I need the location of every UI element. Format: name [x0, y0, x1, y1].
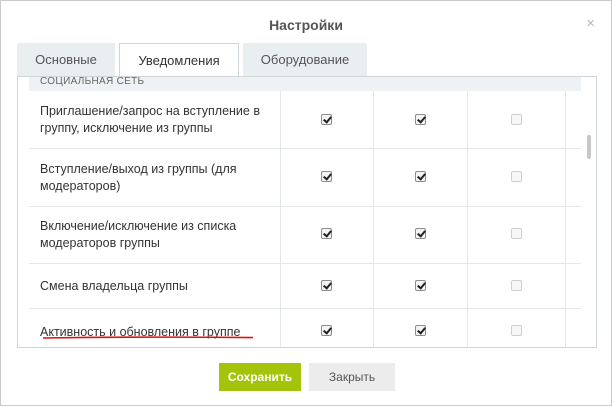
row-label: Включение/исключение из списка модератор… — [40, 219, 237, 250]
checkbox-row1-col3[interactable] — [511, 114, 522, 125]
checkbox-row5-col1[interactable] — [321, 325, 332, 336]
checkbox-row2-col2[interactable] — [415, 171, 426, 182]
notifications-panel[interactable]: СОЦИАЛЬНАЯ СЕТЬ Приглашение/запрос на вс… — [17, 76, 597, 348]
tab-equipment[interactable]: Оборудование — [243, 43, 367, 76]
table-row: Активность и обновления в группе — [29, 309, 581, 347]
row-label: Смена владельца группы — [40, 279, 188, 293]
row-label: Приглашение/запрос на вступление в групп… — [40, 104, 260, 135]
save-button[interactable]: Сохранить — [219, 363, 301, 391]
table-row: Включение/исключение из списка модератор… — [29, 207, 581, 264]
close-icon[interactable]: × — [586, 16, 595, 31]
checkbox-row4-col2[interactable] — [415, 280, 426, 291]
row-label: Вступление/выход из группы (для модерато… — [40, 162, 237, 193]
settings-dialog: Настройки × Основные Уведомления Оборудо… — [0, 0, 612, 406]
checkbox-row5-col3[interactable] — [511, 325, 522, 336]
checkbox-row3-col2[interactable] — [415, 228, 426, 239]
dialog-title: Настройки — [269, 17, 343, 33]
red-underline-annotation — [42, 336, 254, 339]
table-row: Смена владельца группы — [29, 264, 581, 309]
tab-general[interactable]: Основные — [17, 43, 115, 76]
checkbox-row2-col3[interactable] — [511, 171, 522, 182]
checkbox-row3-col3[interactable] — [511, 228, 522, 239]
section-header: СОЦИАЛЬНАЯ СЕТЬ — [29, 77, 581, 91]
table-row: Приглашение/запрос на вступление в групп… — [29, 91, 581, 149]
close-button[interactable]: Закрыть — [309, 363, 395, 391]
checkbox-row3-col1[interactable] — [321, 228, 332, 239]
section-header-label: СОЦИАЛЬНАЯ СЕТЬ — [40, 76, 145, 87]
checkbox-row1-col1[interactable] — [321, 114, 332, 125]
checkbox-row2-col1[interactable] — [321, 171, 332, 182]
checkbox-row4-col1[interactable] — [321, 280, 332, 291]
checkbox-row1-col2[interactable] — [415, 114, 426, 125]
table-row: Вступление/выход из группы (для модерато… — [29, 149, 581, 207]
scrollbar-thumb[interactable] — [587, 135, 591, 159]
checkbox-row4-col3[interactable] — [511, 280, 522, 291]
tab-notifications[interactable]: Уведомления — [119, 43, 239, 78]
checkbox-row5-col2[interactable] — [415, 325, 426, 336]
